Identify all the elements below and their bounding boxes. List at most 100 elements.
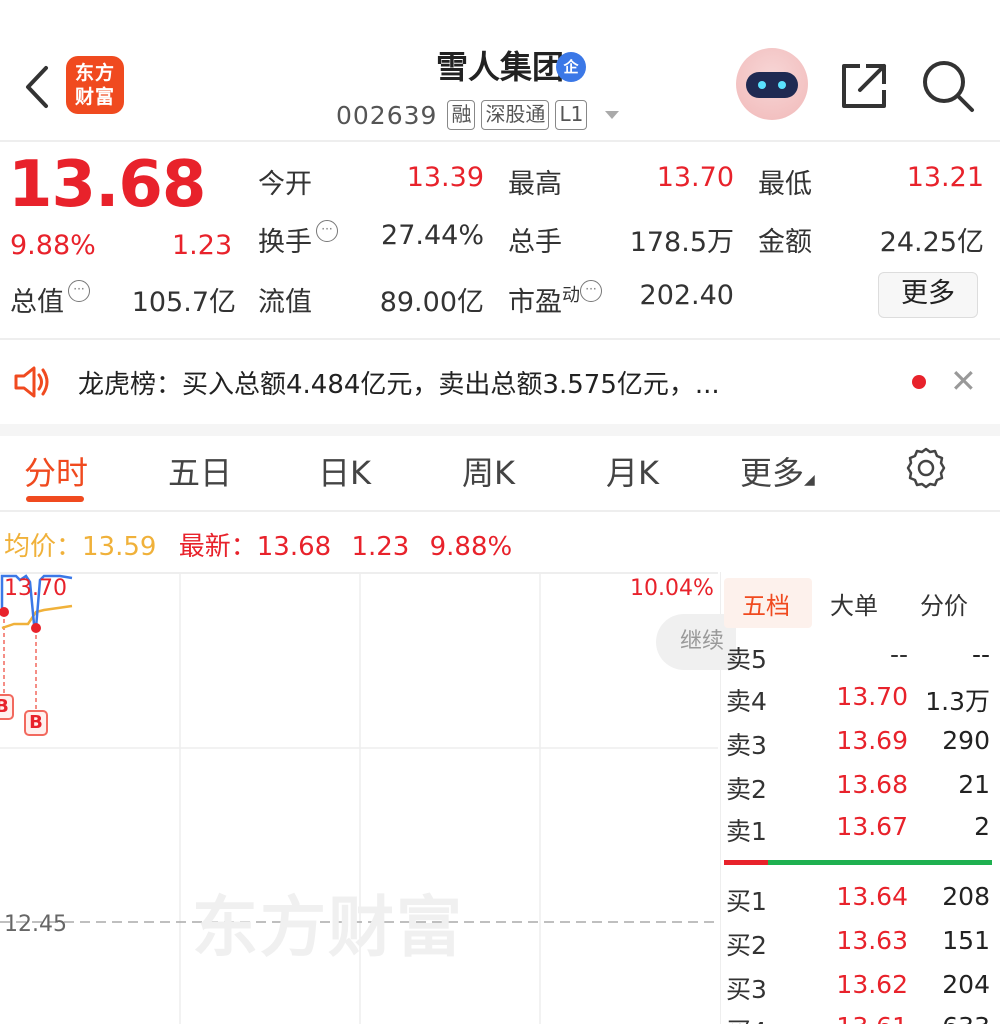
high-label: 最高 bbox=[508, 169, 562, 200]
market-cap-value: 105.7亿 bbox=[131, 287, 236, 318]
bid-row-3: 买3 13.62 204 bbox=[720, 970, 1000, 1014]
high-value: 13.70 bbox=[656, 162, 734, 193]
ask-label: 卖2 bbox=[726, 775, 767, 804]
search-icon[interactable] bbox=[920, 58, 976, 114]
connect-tag: 深股通 bbox=[481, 100, 550, 130]
pe-label[interactable]: 市盈动 ··· bbox=[508, 280, 602, 319]
ask-row-3: 卖3 13.69 290 bbox=[720, 726, 1000, 770]
open-value: 13.39 bbox=[406, 162, 484, 193]
stock-code: 002639 bbox=[336, 100, 438, 130]
close-icon[interactable]: ✕ bbox=[950, 362, 977, 400]
low-label: 最低 bbox=[758, 169, 812, 200]
volume-value: 178.5万 bbox=[629, 227, 734, 258]
enterprise-badge[interactable]: 企 bbox=[556, 52, 586, 82]
latest-change: 1.23 bbox=[351, 532, 410, 562]
divider bbox=[0, 510, 1000, 512]
chart-high-label: 13.70 bbox=[4, 576, 67, 601]
ask-price: 13.69 bbox=[836, 726, 908, 755]
gear-icon[interactable] bbox=[904, 446, 948, 490]
info-icon[interactable]: ··· bbox=[68, 280, 90, 302]
latest-pct: 9.88% bbox=[429, 532, 513, 562]
bid-row-4: 买4 13.61 633 bbox=[720, 1012, 1000, 1024]
avg-label: 均价： bbox=[4, 532, 83, 562]
tab-monthly-k[interactable]: 月K bbox=[606, 448, 659, 494]
pe-label-text: 市盈 bbox=[508, 287, 562, 318]
ask-price: 13.68 bbox=[836, 770, 908, 799]
turnover-label[interactable]: 换手 ··· bbox=[258, 220, 338, 259]
pe-dynamic-sup: 动 bbox=[562, 285, 580, 306]
avg-price-row: 均价：13.59 最新：13.68 1.23 9.88% bbox=[4, 526, 512, 563]
margin-tag: 融 bbox=[447, 100, 476, 130]
sell-ratio-segment bbox=[724, 860, 768, 865]
ask-volume: 21 bbox=[958, 770, 990, 799]
low-value: 13.21 bbox=[906, 162, 984, 193]
tab-price-dist[interactable]: 分价 bbox=[920, 586, 968, 621]
float-cap-value: 89.00亿 bbox=[379, 287, 484, 318]
ask-volume: -- bbox=[971, 640, 990, 669]
tab-daily-k[interactable]: 日K bbox=[318, 448, 371, 494]
pe-value: 202.40 bbox=[639, 280, 734, 311]
info-icon[interactable]: ··· bbox=[316, 220, 338, 242]
ask-volume: 1.3万 bbox=[925, 687, 990, 716]
bid-price: 13.63 bbox=[836, 926, 908, 955]
tab-five-day[interactable]: 五日 bbox=[168, 448, 232, 494]
bid-volume: 633 bbox=[942, 1012, 990, 1024]
current-price: 13.68 bbox=[8, 148, 206, 222]
market-cap-label[interactable]: 总值 ··· bbox=[10, 280, 90, 319]
buy-marker[interactable]: B bbox=[24, 710, 48, 736]
tab-big-orders[interactable]: 大单 bbox=[830, 586, 878, 621]
logo-line-2: 财富 bbox=[74, 86, 115, 108]
ask-price: -- bbox=[889, 640, 908, 669]
bid-row-2: 买2 13.63 151 bbox=[720, 926, 1000, 970]
ask-price: 13.70 bbox=[836, 682, 908, 711]
bid-price: 13.64 bbox=[836, 882, 908, 911]
corner-arrow-icon: ◢ bbox=[804, 472, 815, 488]
avg-value: 13.59 bbox=[82, 532, 157, 562]
open-label: 今开 bbox=[258, 169, 312, 200]
change-percent: 9.88% bbox=[10, 230, 96, 261]
divider bbox=[0, 140, 1000, 142]
dragon-tiger-text[interactable]: 龙虎榜：买入总额4.484亿元，卖出总额3.575亿元，... bbox=[78, 364, 878, 401]
more-quote-button[interactable]: 更多 bbox=[878, 272, 978, 318]
info-icon[interactable]: ··· bbox=[580, 280, 602, 302]
ask-row-2: 卖2 13.68 21 bbox=[720, 770, 1000, 814]
ask-volume: 2 bbox=[974, 812, 990, 841]
unread-dot bbox=[912, 375, 926, 389]
amount-label: 金额 bbox=[758, 227, 812, 258]
ask-label: 卖4 bbox=[726, 687, 767, 716]
latest-label: 最新： bbox=[178, 532, 257, 562]
speaker-icon bbox=[14, 366, 49, 398]
chart-mid-label: 12.45 bbox=[4, 912, 67, 937]
market-cap-label-text: 总值 bbox=[10, 287, 64, 318]
ask-label: 卖5 bbox=[726, 645, 767, 674]
tab-more-label: 更多 bbox=[740, 454, 805, 492]
bid-volume: 204 bbox=[942, 970, 990, 999]
watermark: 东方财富 bbox=[192, 889, 464, 966]
ask-row-1: 卖1 13.67 2 bbox=[720, 812, 1000, 856]
assistant-robot-icon[interactable] bbox=[736, 48, 808, 120]
ask-label: 卖1 bbox=[726, 817, 767, 846]
bid-label: 买4 bbox=[726, 1012, 767, 1024]
tab-weekly-k[interactable]: 周K bbox=[462, 448, 515, 494]
float-cap-label: 流值 bbox=[258, 287, 312, 318]
bid-price: 13.62 bbox=[836, 970, 908, 999]
stock-code-row[interactable]: 002639 融 深股通 L1 bbox=[336, 98, 620, 132]
chevron-down-icon[interactable] bbox=[605, 111, 620, 119]
change-amount: 1.23 bbox=[172, 230, 233, 261]
tab-intraday[interactable]: 分时 bbox=[24, 448, 88, 494]
level-tag: L1 bbox=[555, 100, 588, 130]
bid-label: 买2 bbox=[726, 931, 767, 960]
active-tab-indicator bbox=[26, 496, 84, 502]
latest-value: 13.68 bbox=[256, 532, 332, 562]
tab-five-level[interactable]: 五档 bbox=[742, 586, 790, 621]
bid-volume: 151 bbox=[942, 926, 990, 955]
stock-header: 东方 财富 雪人集团 企 002639 融 深股通 L1 bbox=[0, 0, 1000, 140]
bid-label: 买3 bbox=[726, 975, 767, 1004]
chart-pct-label: 10.04% bbox=[630, 576, 714, 601]
section-gap bbox=[0, 424, 1000, 436]
buy-marker[interactable]: B bbox=[0, 694, 14, 720]
tab-more[interactable]: 更多◢ bbox=[740, 448, 815, 494]
share-icon[interactable] bbox=[838, 60, 890, 112]
bid-row-1: 买1 13.64 208 bbox=[720, 882, 1000, 926]
volume-label: 总手 bbox=[508, 227, 562, 258]
